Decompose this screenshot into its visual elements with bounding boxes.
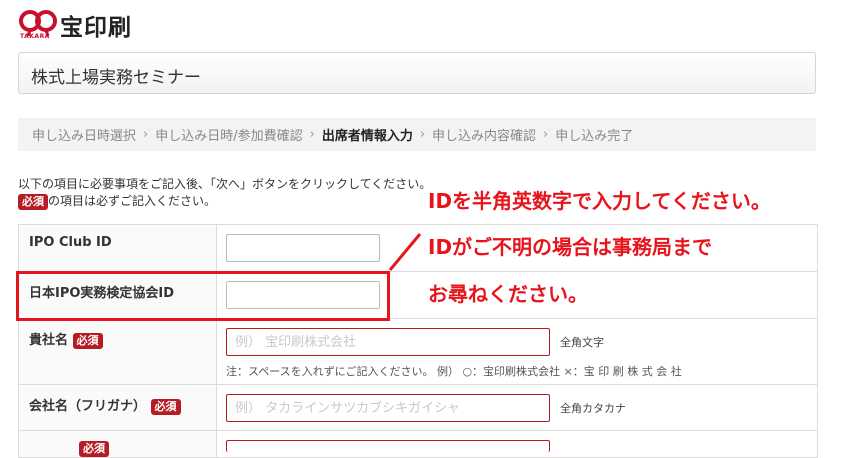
required-badge: 必須 <box>72 333 103 349</box>
intro-line-2: 必須 の項目は必ずご記入ください。 <box>18 193 431 210</box>
company-kana-hint: 全角カタカナ <box>560 402 626 415</box>
brand-sub: TAKARA <box>20 33 50 40</box>
step-2: 申し込み日時/参加費確認 <box>155 129 303 144</box>
next-row-cell <box>216 430 818 458</box>
intro-text: 以下の項目に必要事項をご記入後、「次へ」ボタンをクリックしてください。 必須 の項… <box>18 176 431 210</box>
step-chevron-icon: › <box>419 127 426 142</box>
next-row-input[interactable] <box>226 440 550 452</box>
ipo-club-id-label: IPO Club ID <box>18 224 217 272</box>
form-row-next: 必須 <box>18 430 818 458</box>
step-4: 申し込み内容確認 <box>432 129 537 144</box>
step-1: 申し込み日時選択 <box>32 129 137 144</box>
company-name-input[interactable] <box>226 328 550 356</box>
form-row-company-name: 貴社名 必須 全角文字 注：スペースを入れずにご記入ください。 例） ○：宝印刷… <box>18 318 818 385</box>
step-3-current: 出席者情報入力 <box>321 129 413 144</box>
annotation-line-2: IDがご不明の場合は事務局まで <box>428 235 713 259</box>
step-chevron-icon: › <box>309 127 315 142</box>
company-name-label: 貴社名 <box>29 333 69 348</box>
takara-logo: 宝印刷 TAKARA <box>18 8 158 42</box>
company-name-label-cell: 貴社名 必須 <box>18 318 217 385</box>
intro-line-2-text: の項目は必ずご記入ください。 <box>48 194 217 208</box>
step-5: 申し込み完了 <box>555 129 634 144</box>
step-chevron-icon: › <box>143 127 149 142</box>
page-title-box: 株式上場実務セミナー <box>18 52 816 94</box>
required-badge: 必須 <box>18 194 48 210</box>
required-badge: 必須 <box>150 399 181 415</box>
progress-steps: 申し込み日時選択 › 申し込み日時/参加費確認 › 出席者情報入力 › 申し込み… <box>18 118 816 151</box>
company-name-cell: 全角文字 注：スペースを入れずにご記入ください。 例） ○：宝印刷株式会社 ×：… <box>216 318 818 385</box>
company-kana-input[interactable] <box>226 394 550 422</box>
page-title: 株式上場実務セミナー <box>31 68 201 88</box>
company-kana-label-cell: 会社名（フリガナ） 必須 <box>18 384 217 431</box>
company-name-hint: 全角文字 <box>560 336 604 349</box>
annotation-line-1: IDを半角英数字で入力してください。 <box>428 189 771 213</box>
form-row-company-kana: 会社名（フリガナ） 必須 全角カタカナ <box>18 384 818 431</box>
company-name-note: 注：スペースを入れずにご記入ください。 例） ○：宝印刷株式会社 ×：宝 印 刷… <box>226 365 682 378</box>
company-kana-label: 会社名（フリガナ） <box>29 399 147 414</box>
required-badge: 必須 <box>79 441 109 457</box>
step-chevron-icon: › <box>543 127 549 142</box>
ipo-club-id-input[interactable] <box>226 234 380 262</box>
annotation-highlight-box <box>16 271 390 321</box>
intro-line-1: 以下の項目に必要事項をご記入後、「次へ」ボタンをクリックしてください。 <box>18 177 432 191</box>
next-row-label-cell: 必須 <box>18 430 217 458</box>
brand-name: 宝印刷 <box>60 15 132 41</box>
company-kana-cell: 全角カタカナ <box>216 384 818 431</box>
annotation-line-3: お尋ねください。 <box>428 282 588 306</box>
annotation-pointer-line <box>388 233 422 271</box>
